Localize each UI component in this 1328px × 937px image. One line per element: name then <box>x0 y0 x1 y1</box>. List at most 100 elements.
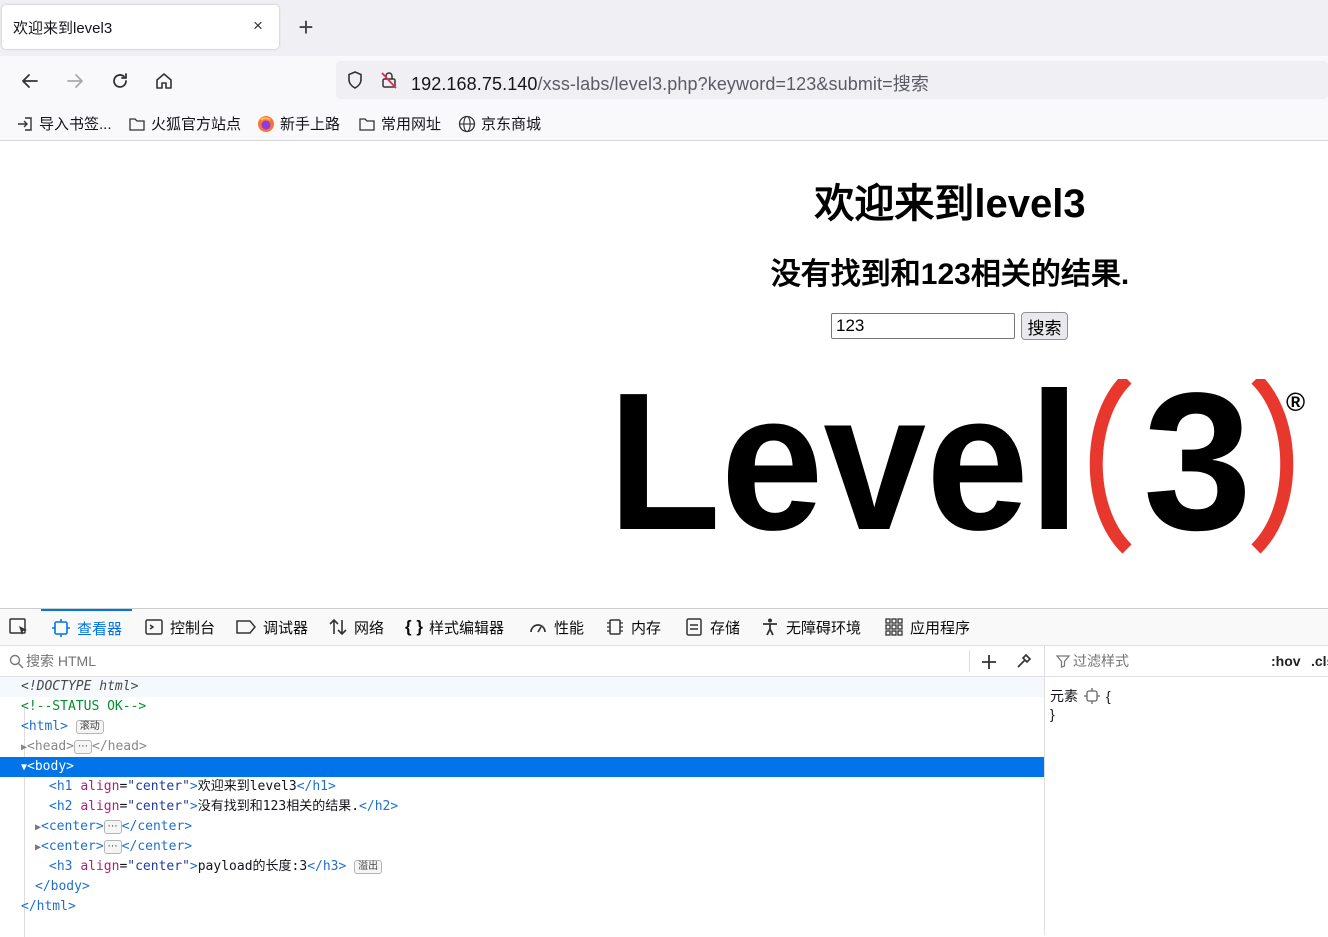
html-search-input[interactable] <box>26 651 946 671</box>
debugger-icon <box>236 620 256 634</box>
divider <box>969 650 970 672</box>
markup-line-comment[interactable]: <!--STATUS OK--> <box>0 697 1044 717</box>
bookmark-firefox-site[interactable]: 火狐官方站点 <box>128 113 241 134</box>
tab-performance[interactable]: 性能 <box>528 609 584 645</box>
tab-accessibility[interactable]: 无障碍环境 <box>760 609 861 645</box>
scroll-badge[interactable]: 滚动 <box>75 719 104 734</box>
markup-line-h1[interactable]: <h1 align="center">欢迎来到level3</h1> <box>0 777 1044 797</box>
bookmark-label: 常用网址 <box>381 116 442 133</box>
element-picker-button[interactable] <box>8 609 30 645</box>
bookmark-label: 京东商城 <box>481 116 542 133</box>
folder-icon <box>359 117 375 131</box>
markup-view: <!DOCTYPE html> <!--STATUS OK--> <html> … <box>0 677 1044 937</box>
tab-memory[interactable]: 内存 <box>605 609 661 645</box>
tab-debugger[interactable]: 调试器 <box>235 609 308 645</box>
markup-line-h2[interactable]: <h2 align="center">没有找到和123相关的结果.</h2> <box>0 797 1044 817</box>
url-text[interactable]: 192.168.75.140/xss-labs/level3.php?keywo… <box>411 70 929 96</box>
forward-button[interactable] <box>60 66 90 96</box>
add-node-icon[interactable] <box>980 653 998 671</box>
devtools-toolbar: 查看器 控制台 调试器 网络 { } 样式编辑器 性能 内存 存储 无障碍环境 … <box>0 609 1328 646</box>
cls-toggle[interactable]: .cls <box>1311 653 1328 669</box>
globe-icon <box>458 115 476 132</box>
url-path: /xss-labs/level3.php?keyword=123&submit=… <box>537 74 929 94</box>
level3-logo: Level 3 ® <box>608 379 1305 554</box>
url-host: 192.168.75.140 <box>411 74 538 94</box>
bookmark-label: 新手上路 <box>280 116 341 133</box>
storage-icon <box>686 618 702 636</box>
ellipsis-badge[interactable]: ⋯ <box>74 739 92 754</box>
markup-line-body[interactable]: ▼<body> <box>0 757 1044 777</box>
bookmark-jd[interactable]: 京东商城 <box>458 113 541 134</box>
bookmark-import[interactable]: 导入书签... <box>16 113 112 134</box>
hov-toggle[interactable]: :hov <box>1271 653 1301 669</box>
result-heading: 没有找到和123相关的结果. <box>770 258 1130 291</box>
markup-line-center-2[interactable]: ▶<center> ⋯ </center> <box>0 837 1044 857</box>
node-icon <box>1084 688 1100 704</box>
markup-line-html-close[interactable]: </html> <box>0 897 1044 917</box>
search-button[interactable]: 搜索 <box>1021 312 1068 340</box>
bookmark-label: 导入书签... <box>39 116 112 133</box>
insecure-lock-icon[interactable] <box>379 70 399 90</box>
memory-icon <box>607 619 623 635</box>
markup-line-head[interactable]: ▶<head> ⋯ </head> <box>0 737 1044 757</box>
import-icon <box>18 116 32 131</box>
home-icon <box>156 73 172 89</box>
page-heading: 欢迎来到level3 <box>814 182 1086 226</box>
markup-line-center-1[interactable]: ▶<center> ⋯ </center> <box>0 817 1044 837</box>
reload-button[interactable] <box>105 66 135 96</box>
filter-styles-bar: :hov .cls <box>1045 646 1328 677</box>
tab-application[interactable]: 应用程序 <box>884 609 970 645</box>
bookmark-common-sites[interactable]: 常用网址 <box>358 113 441 134</box>
devtools-panel: 查看器 控制台 调试器 网络 { } 样式编辑器 性能 内存 存储 无障碍环境 … <box>0 608 1328 937</box>
element-rule[interactable]: 元素 { <box>1050 686 1111 706</box>
markup-line-html[interactable]: <html> 滚动 <box>0 717 1044 737</box>
page-viewport: 欢迎来到level3 没有找到和123相关的结果. 搜索 Level 3 ® <box>0 141 1328 608</box>
tab-network[interactable]: 网络 <box>328 609 384 645</box>
overflow-badge[interactable]: 溢出 <box>354 859 383 874</box>
tab-title: 欢迎来到level3 <box>13 19 113 37</box>
performance-icon <box>530 624 546 633</box>
tab-strip: 欢迎来到level3 × + <box>0 0 1328 56</box>
rule-selector: 元素 <box>1050 688 1078 704</box>
inspector-icon <box>52 619 70 637</box>
logo-registered: ® <box>1286 387 1305 417</box>
forward-arrow-icon <box>67 74 83 88</box>
tab-storage[interactable]: 存储 <box>684 609 740 645</box>
eyedropper-icon[interactable] <box>1015 652 1033 670</box>
tab-inspector[interactable]: 查看器 <box>41 609 133 645</box>
ellipsis-badge[interactable]: ⋯ <box>103 819 122 834</box>
console-icon <box>145 619 163 635</box>
markup-line-body-close[interactable]: </body> <box>0 877 1044 897</box>
ellipsis-badge[interactable]: ⋯ <box>103 839 122 854</box>
back-button[interactable] <box>15 66 45 96</box>
keyword-input[interactable] <box>831 313 1015 339</box>
firefox-icon <box>258 115 274 132</box>
picker-icon <box>9 618 27 635</box>
bookmark-getting-started[interactable]: 新手上路 <box>257 113 340 134</box>
shield-icon[interactable] <box>345 70 365 90</box>
filter-styles-input[interactable] <box>1073 651 1253 671</box>
new-tab-button[interactable]: + <box>292 14 320 42</box>
back-arrow-icon <box>22 74 38 88</box>
markup-line-h3[interactable]: <h3 align="center">payload的长度:3</h3> 溢出 <box>0 857 1044 877</box>
markup-line-doctype[interactable]: <!DOCTYPE html> <box>0 677 1044 697</box>
rules-panel: :hov .cls 元素 { } <box>1044 646 1328 935</box>
accessibility-icon <box>763 618 777 636</box>
home-button[interactable] <box>149 66 179 96</box>
reload-icon <box>113 73 127 88</box>
html-search-bar <box>0 646 1044 677</box>
braces-icon: { } <box>405 617 423 636</box>
url-bar[interactable]: 192.168.75.140/xss-labs/level3.php?keywo… <box>336 61 1328 99</box>
tab-console[interactable]: 控制台 <box>144 609 215 645</box>
logo-number: 3 <box>1143 379 1252 554</box>
filter-icon <box>1056 655 1070 668</box>
nav-bar: 192.168.75.140/xss-labs/level3.php?keywo… <box>0 56 1328 104</box>
network-icon <box>329 618 347 636</box>
tab-close-icon[interactable]: × <box>249 17 267 35</box>
logo-text: Level <box>608 379 1080 554</box>
search-icon <box>9 654 24 669</box>
tab-style-editor[interactable]: { } 样式编辑器 <box>405 609 504 645</box>
bookmark-label: 火狐官方站点 <box>151 116 242 133</box>
rule-close-brace: } <box>1050 706 1055 722</box>
browser-tab[interactable]: 欢迎来到level3 × <box>2 5 279 49</box>
